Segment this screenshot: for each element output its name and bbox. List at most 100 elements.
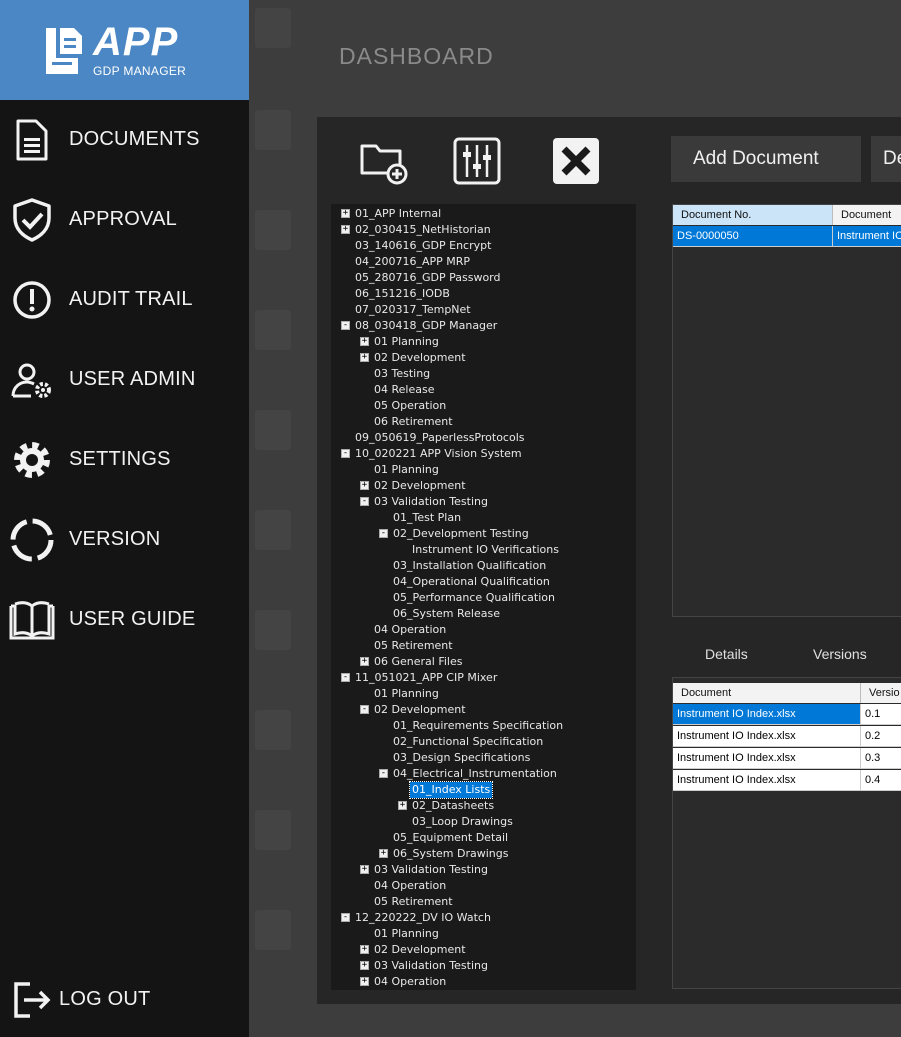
expand-icon[interactable]: + — [341, 225, 350, 234]
nav-version[interactable]: VERSION — [0, 510, 249, 570]
nav-user-admin[interactable]: USER ADMIN — [0, 350, 249, 410]
expand-icon[interactable]: + — [360, 353, 369, 362]
column-header[interactable]: Versio — [861, 683, 901, 703]
tree-node[interactable]: 04_200716_APP MRP — [331, 254, 631, 270]
tree-node[interactable]: +01_APP Internal — [331, 206, 631, 222]
tree-node[interactable]: 04_Operational Qualification — [331, 574, 631, 590]
tree-node[interactable]: +02_Datasheets — [331, 798, 631, 814]
collapse-icon[interactable]: - — [341, 673, 350, 682]
add-document-button[interactable]: Add Document — [671, 136, 861, 182]
column-header[interactable]: Document — [673, 683, 861, 703]
logout-button[interactable]: LOG OUT — [0, 970, 249, 1030]
tree-node[interactable]: 04 Operation — [331, 622, 631, 638]
collapse-icon[interactable]: - — [341, 321, 350, 330]
tree-node[interactable]: +02 Development — [331, 942, 631, 958]
tree-node[interactable]: 04 Operation — [331, 878, 631, 894]
tab-versions[interactable]: Versions — [813, 646, 867, 662]
add-folder-button[interactable] — [358, 136, 408, 186]
table-cell[interactable]: 0.4 — [861, 770, 901, 791]
table-cell[interactable]: DS-0000050 — [673, 226, 833, 247]
tree-node[interactable]: 03_Installation Qualification — [331, 558, 631, 574]
tree-node-label: 01_Requirements Specification — [393, 719, 564, 732]
expand-icon[interactable]: + — [341, 209, 350, 218]
tree-node[interactable]: -02_Development Testing — [331, 526, 631, 542]
tree-node[interactable]: -12_220222_DV IO Watch — [331, 910, 631, 926]
tree-node[interactable]: +03 Validation Testing — [331, 862, 631, 878]
table-cell[interactable]: 0.3 — [861, 748, 901, 769]
nav-approval[interactable]: APPROVAL — [0, 190, 249, 250]
table-cell[interactable]: Instrument IO Index.xlsx — [673, 770, 861, 791]
tree-node[interactable]: +02_030415_NetHistorian — [331, 222, 631, 238]
tree-node[interactable]: 03_140616_GDP Encrypt — [331, 238, 631, 254]
tree-node[interactable]: +02 Development — [331, 350, 631, 366]
table-cell[interactable]: Instrument IO Index.xlsx — [673, 726, 861, 747]
tree-node[interactable]: 04 Release — [331, 382, 631, 398]
tree-node[interactable]: 01_Index Lists — [331, 781, 631, 799]
nav-audit-trail[interactable]: AUDIT TRAIL — [0, 270, 249, 330]
tree-node[interactable]: 05 Operation — [331, 398, 631, 414]
expand-icon[interactable]: + — [360, 337, 369, 346]
expand-icon[interactable]: + — [360, 945, 369, 954]
tree-node[interactable]: +01 Planning — [331, 334, 631, 350]
filter-settings-button[interactable] — [452, 136, 502, 186]
expand-icon[interactable]: + — [360, 865, 369, 874]
tree-node[interactable]: -11_051021_APP CIP Mixer — [331, 670, 631, 686]
expand-icon[interactable]: + — [360, 961, 369, 970]
tree-node[interactable]: 01 Planning — [331, 686, 631, 702]
collapse-icon[interactable]: - — [341, 913, 350, 922]
nav-user-guide[interactable]: USER GUIDE — [0, 590, 249, 650]
tree-node[interactable]: 05 Retirement — [331, 638, 631, 654]
tree-node[interactable]: 02_Functional Specification — [331, 734, 631, 750]
column-header[interactable]: Document No. — [673, 205, 833, 225]
nav-settings[interactable]: SETTINGS — [0, 430, 249, 490]
tree-node[interactable]: 01 Planning — [331, 926, 631, 942]
folder-tree[interactable]: +01_APP Internal +02_030415_NetHistorian 0… — [331, 204, 636, 990]
tree-node[interactable]: -02 Development — [331, 702, 631, 718]
tree-node[interactable]: +02 Development — [331, 478, 631, 494]
tree-node[interactable]: 03_Design Specifications — [331, 750, 631, 766]
tree-node[interactable]: 07_020317_TempNet — [331, 302, 631, 318]
expand-icon[interactable]: + — [360, 977, 369, 986]
tree-node[interactable]: -04_Electrical_Instrumentation — [331, 766, 631, 782]
table-cell[interactable]: Instrument IO — [833, 226, 901, 247]
table-cell[interactable]: 0.2 — [861, 726, 901, 747]
nav-documents[interactable]: DOCUMENTS — [0, 110, 249, 170]
expand-icon[interactable]: + — [360, 657, 369, 666]
collapse-icon[interactable]: - — [360, 705, 369, 714]
tree-node[interactable]: +03 Validation Testing — [331, 958, 631, 974]
collapse-icon[interactable]: - — [341, 449, 350, 458]
close-button[interactable] — [551, 136, 601, 186]
delete-document-button[interactable]: De — [871, 136, 901, 182]
tree-node[interactable]: 05 Retirement — [331, 894, 631, 910]
tree-node[interactable]: 06_151216_IODB — [331, 286, 631, 302]
table-cell[interactable]: Instrument IO Index.xlsx — [673, 704, 861, 725]
tree-node[interactable]: 05_280716_GDP Password — [331, 270, 631, 286]
collapse-icon[interactable]: - — [360, 497, 369, 506]
column-header[interactable]: Document — [833, 205, 901, 225]
tab-details[interactable]: Details — [705, 646, 748, 662]
tree-node[interactable]: +06_System Drawings — [331, 846, 631, 862]
tree-node[interactable]: 03 Testing — [331, 366, 631, 382]
tree-node[interactable]: 01_Requirements Specification — [331, 718, 631, 734]
tree-node[interactable]: 01 Planning — [331, 462, 631, 478]
collapse-icon[interactable]: - — [379, 529, 388, 538]
tree-node[interactable]: +04 Operation — [331, 974, 631, 990]
tree-node[interactable]: -08_030418_GDP Manager — [331, 318, 631, 334]
tree-node[interactable]: +06 General Files — [331, 654, 631, 670]
table-cell[interactable]: 0.1 — [861, 704, 901, 725]
expand-icon[interactable]: + — [379, 849, 388, 858]
expand-icon[interactable]: + — [360, 481, 369, 490]
tree-node[interactable]: Instrument IO Verifications — [331, 542, 631, 558]
tree-node[interactable]: 05_Equipment Detail — [331, 830, 631, 846]
collapse-icon[interactable]: - — [379, 769, 388, 778]
tree-node[interactable]: 06 Retirement — [331, 414, 631, 430]
expand-icon[interactable]: + — [398, 801, 407, 810]
tree-node[interactable]: 06_System Release — [331, 606, 631, 622]
table-cell[interactable]: Instrument IO Index.xlsx — [673, 748, 861, 769]
tree-node[interactable]: 01_Test Plan — [331, 510, 631, 526]
tree-node[interactable]: -03 Validation Testing — [331, 494, 631, 510]
tree-node[interactable]: 05_Performance Qualification — [331, 590, 631, 606]
tree-node[interactable]: -10_020221 APP Vision System — [331, 446, 631, 462]
tree-node[interactable]: 03_Loop Drawings — [331, 814, 631, 830]
tree-node[interactable]: 09_050619_PaperlessProtocols — [331, 430, 631, 446]
